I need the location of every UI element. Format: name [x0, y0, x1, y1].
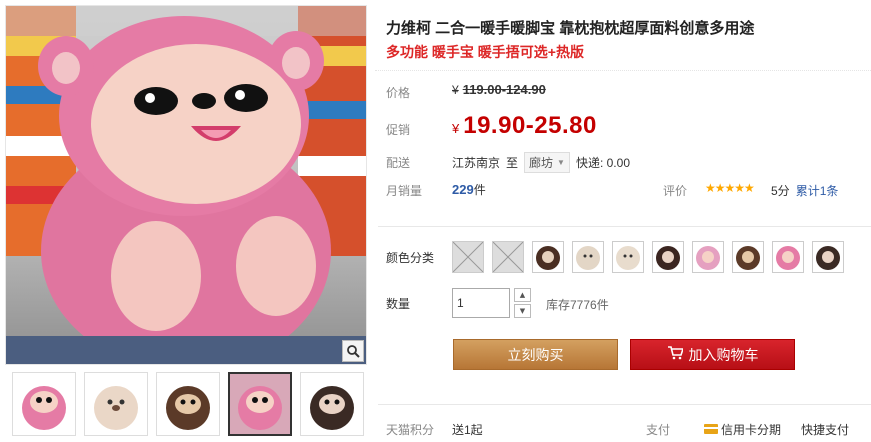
plush-toy-illustration	[6, 6, 366, 364]
quantity-label: 数量	[386, 297, 411, 311]
product-title: 力维柯 二合一暖手暖脚宝 靠枕抱枕超厚面料创意多用途	[386, 20, 755, 37]
monthly-sales-label: 月销量	[386, 184, 423, 198]
color-swatch-7[interactable]	[692, 241, 724, 273]
thumbnail-strip	[12, 372, 364, 438]
thumbnail-3[interactable]	[156, 372, 220, 436]
rating-score-value: 5分	[771, 184, 790, 198]
color-swatch-9[interactable]	[772, 241, 804, 273]
chevron-down-icon: ▼	[557, 158, 565, 167]
total-reviews-link[interactable]: 累计1条	[796, 184, 839, 198]
color-swatch-5[interactable]	[612, 241, 644, 273]
add-to-cart-button[interactable]: 加入购物车	[630, 339, 795, 370]
buy-now-button[interactable]: 立刻购买	[453, 339, 618, 370]
color-swatch-6[interactable]	[652, 241, 684, 273]
color-swatch-4[interactable]	[572, 241, 604, 273]
destination-city-select[interactable]: 廊坊 ▼	[524, 152, 570, 173]
promo-label: 促销	[386, 123, 411, 137]
quantity-increase-button[interactable]: ▲	[514, 288, 531, 302]
stock-count: 库存7776件	[546, 298, 609, 312]
credit-installment-label: 信用卡分期	[721, 423, 782, 437]
quantity-input[interactable]	[452, 288, 510, 318]
ship-to-word: 至	[506, 156, 519, 170]
shipping-label: 配送	[386, 156, 411, 170]
credit-card-icon	[704, 423, 718, 437]
rating-score: 5分 累计1条	[771, 182, 838, 199]
color-swatch-list	[452, 241, 844, 273]
bottom-divider	[378, 404, 871, 405]
promo-price: ¥19.90-25.80	[452, 112, 597, 140]
color-swatch-1[interactable]	[452, 241, 484, 273]
original-price-value: 119.00-124.90	[462, 82, 546, 97]
points-label: 天猫积分	[386, 423, 435, 437]
product-subtitle: 多功能 暖手宝 暖手捂可选+热版	[386, 44, 584, 60]
cart-icon	[667, 346, 684, 363]
thumbnail-1[interactable]	[12, 372, 76, 436]
promo-currency-symbol: ¥	[452, 121, 460, 136]
shipping-info: 江苏南京 至 廊坊 ▼ 快递: 0.00	[452, 152, 630, 173]
section-divider	[378, 226, 871, 227]
destination-city: 廊坊	[529, 156, 554, 170]
magnifier-icon[interactable]	[342, 340, 364, 362]
thumbnail-4[interactable]	[228, 372, 292, 436]
monthly-sales: 229件	[452, 181, 486, 198]
color-swatch-8[interactable]	[732, 241, 764, 273]
original-price: ¥119.00-124.90	[452, 82, 546, 97]
color-swatch-10[interactable]	[812, 241, 844, 273]
monthly-sales-count: 229	[452, 182, 474, 197]
thumbnail-2[interactable]	[84, 372, 148, 436]
color-swatch-2[interactable]	[492, 241, 524, 273]
payment-label: 支付	[646, 423, 671, 437]
monthly-sales-unit: 件	[473, 183, 486, 197]
credit-installment[interactable]: 信用卡分期	[704, 421, 781, 438]
add-to-cart-label: 加入购物车	[688, 346, 759, 363]
ship-from: 江苏南京	[452, 156, 501, 170]
points-value: 送1起	[452, 423, 483, 437]
quick-pay[interactable]: 快捷支付	[801, 421, 849, 438]
color-label: 颜色分类	[386, 251, 435, 265]
color-swatch-3[interactable]	[532, 241, 564, 273]
price-label: 价格	[386, 86, 411, 100]
main-product-image[interactable]	[5, 5, 367, 365]
review-label: 评价	[663, 184, 688, 198]
rating-stars: ★★★★★	[705, 181, 755, 195]
buy-now-label: 立刻购买	[507, 346, 564, 363]
currency-symbol: ¥	[452, 83, 459, 97]
quantity-decrease-button[interactable]: ▼	[514, 304, 531, 318]
promo-price-value: 19.90-25.80	[463, 112, 597, 139]
shipping-fee: 快递: 0.00	[575, 156, 630, 170]
thumbnail-5[interactable]	[300, 372, 364, 436]
